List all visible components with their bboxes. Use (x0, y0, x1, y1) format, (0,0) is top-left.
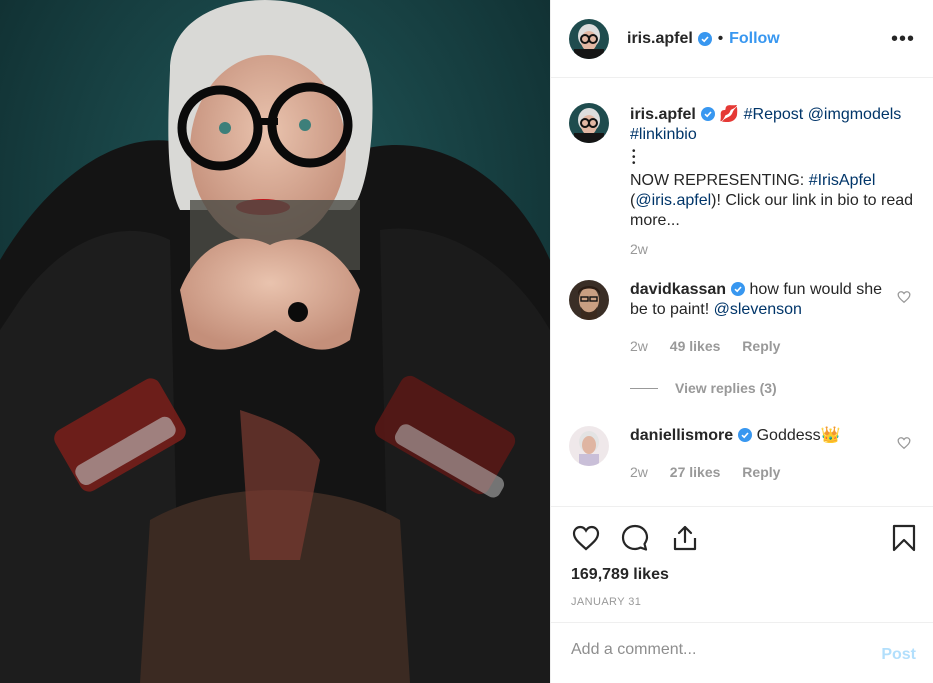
heart-icon[interactable] (897, 290, 911, 304)
hashtag-link[interactable]: #IrisApfel (809, 172, 876, 189)
caption-text: iris.apfel 💋 #Repost @imgmodels #linkinb… (630, 105, 930, 231)
comment-icon[interactable] (620, 523, 650, 553)
post-header: iris.apfel • Follow ••• (551, 0, 933, 78)
comment-item: daniellismore Goddess👑 2w 27 likes Reply (569, 426, 919, 486)
header-username[interactable]: iris.apfel (627, 30, 693, 48)
view-replies-label: View replies (3) (675, 380, 777, 396)
verified-badge-icon (697, 31, 712, 46)
caption-username[interactable]: iris.apfel (630, 106, 696, 123)
verified-badge-icon (738, 428, 753, 442)
caption-meta: 2w (630, 241, 666, 257)
comment-text: davidkassan how fun would she be to pain… (630, 280, 902, 320)
comment-meta: 2w 27 likes Reply (630, 464, 798, 480)
avatar[interactable] (569, 103, 609, 143)
follow-button[interactable]: Follow (729, 30, 780, 48)
mention-link[interactable]: @slevenson (714, 301, 802, 318)
comment-username[interactable]: daniellismore (630, 427, 733, 444)
comment-item: davidkassan how fun would she be to pain… (569, 280, 919, 370)
more-options-icon[interactable]: ••• (891, 29, 915, 49)
view-replies-button[interactable]: View replies (3) (630, 380, 777, 396)
reply-button[interactable]: Reply (742, 338, 780, 354)
avatar[interactable] (569, 18, 609, 59)
verified-badge-icon (700, 107, 715, 121)
caption-prefix: NOW REPRESENTING: (630, 172, 809, 189)
avatar[interactable] (569, 426, 609, 466)
mention-link[interactable]: @iris.apfel (635, 192, 711, 209)
comments-list[interactable]: iris.apfel 💋 #Repost @imgmodels #linkinb… (551, 79, 933, 505)
add-comment-bar: Post (551, 622, 933, 683)
avatar[interactable] (569, 280, 609, 320)
hashtag-link[interactable]: #Repost (744, 106, 804, 123)
mention-link[interactable]: @imgmodels (808, 106, 902, 123)
share-icon[interactable] (670, 523, 700, 553)
post-button[interactable]: Post (881, 646, 916, 664)
post-details-panel: iris.apfel • Follow ••• iris.apfel 💋 #Re… (550, 0, 933, 683)
likes-count[interactable]: 169,789 likes (571, 566, 669, 584)
portrait-image (0, 0, 550, 683)
timestamp[interactable]: 2w (630, 338, 648, 354)
comment-meta: 2w 49 likes Reply (630, 338, 798, 354)
reply-button[interactable]: Reply (742, 464, 780, 480)
timestamp[interactable]: 2w (630, 464, 648, 480)
post-photo[interactable] (0, 0, 550, 683)
post-date[interactable]: JANUARY 31 (571, 596, 641, 608)
comment-likes[interactable]: 49 likes (670, 338, 721, 354)
caption-dots: • • • (632, 146, 636, 169)
comment-input[interactable] (571, 641, 861, 659)
divider (630, 387, 658, 389)
caption: iris.apfel 💋 #Repost @imgmodels #linkinb… (569, 103, 919, 263)
lips-emoji: 💋 (719, 106, 740, 123)
comment-username[interactable]: davidkassan (630, 281, 726, 298)
verified-badge-icon (731, 282, 746, 296)
comment-text: daniellismore Goddess👑 (630, 426, 930, 446)
timestamp[interactable]: 2w (630, 241, 648, 257)
heart-icon[interactable] (571, 523, 601, 553)
bookmark-icon[interactable] (889, 523, 919, 553)
header-separator: • (717, 30, 724, 47)
hashtag-link[interactable]: #linkinbio (630, 126, 697, 143)
comment-content: Goddess👑 (756, 427, 841, 444)
comment-likes[interactable]: 27 likes (670, 464, 721, 480)
heart-icon[interactable] (897, 436, 911, 450)
action-bar (551, 506, 933, 566)
